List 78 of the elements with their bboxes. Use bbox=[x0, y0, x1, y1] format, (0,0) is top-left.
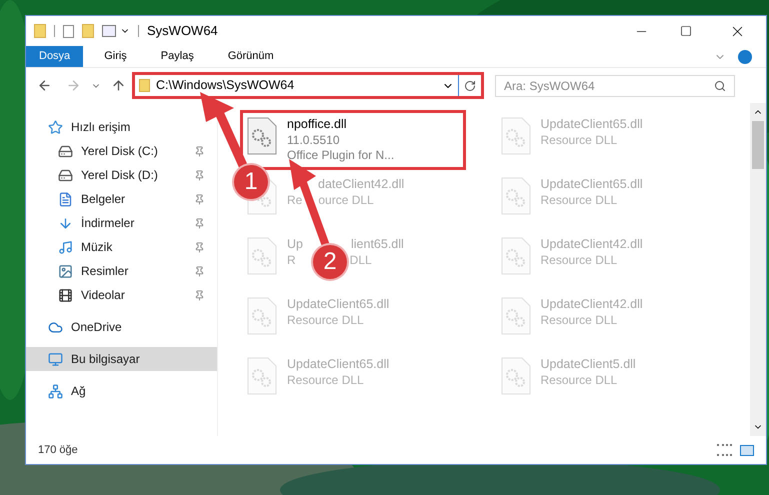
status-count: 170 öğe bbox=[38, 442, 79, 458]
file-name: UpdateClient65.dll bbox=[287, 296, 390, 314]
file-detail: Resource DLL bbox=[287, 312, 364, 328]
ribbon-tab[interactable]: Dosya bbox=[26, 46, 84, 67]
drive-icon bbox=[58, 144, 73, 158]
ribbon-tab[interactable]: Giriş bbox=[91, 46, 140, 67]
folder-icon bbox=[139, 79, 150, 92]
file-detail: Resource DLL bbox=[540, 312, 618, 328]
file-name: Up bbox=[287, 236, 303, 254]
file-detail: Resource DLL bbox=[540, 252, 618, 268]
file-detail: DLL bbox=[350, 252, 372, 268]
sidebar-item[interactable]: Belgeler bbox=[26, 187, 217, 211]
ribbon-tab[interactable]: Görünüm bbox=[214, 46, 287, 67]
ribbon-tab[interactable]: Paylaş bbox=[148, 46, 207, 67]
file-detail: 11.0.5510 bbox=[287, 132, 340, 148]
file-detail: Resource DLL bbox=[287, 372, 364, 388]
file-detail: Office Plugin for N... bbox=[287, 146, 394, 164]
sidebar-label: Belgeler bbox=[81, 191, 126, 208]
drive-icon bbox=[58, 168, 73, 182]
back-icon[interactable] bbox=[37, 78, 52, 93]
monitor-icon bbox=[48, 352, 63, 366]
file-detail: ource DLL bbox=[318, 192, 374, 208]
details-view-icon[interactable] bbox=[717, 444, 732, 456]
sidebar-item[interactable]: Bu bilgisayar bbox=[26, 347, 217, 371]
sidebar-label: İndirmeler bbox=[81, 215, 136, 232]
address-text: C:\Windows\SysWOW64 bbox=[156, 77, 296, 94]
sidebar-item[interactable]: Resimler bbox=[26, 259, 217, 283]
file-name: lient65.dll bbox=[350, 236, 404, 254]
star-icon bbox=[48, 120, 63, 134]
sidebar-item[interactable]: OneDrive bbox=[26, 315, 217, 339]
help-icon[interactable] bbox=[738, 50, 752, 64]
sidebar-label: Yerel Disk (D:) bbox=[81, 167, 159, 184]
music-note-icon bbox=[58, 240, 73, 254]
maximize-icon[interactable] bbox=[680, 25, 692, 37]
sidebar-label: Yerel Disk (C:) bbox=[81, 143, 159, 160]
sidebar-label: Videolar bbox=[81, 287, 126, 304]
folder-icon bbox=[82, 24, 94, 38]
file-name: UpdateClient42.dll bbox=[540, 236, 643, 254]
file-detail: Resource DLL bbox=[540, 192, 618, 208]
network-icon bbox=[48, 384, 63, 398]
file-name: UpdateClient65.dll bbox=[287, 356, 390, 374]
sidebar-label: Bu bilgisayar bbox=[71, 351, 141, 368]
document-icon bbox=[58, 192, 73, 206]
sidebar-label: Resimler bbox=[81, 263, 130, 280]
file-detail: Resource DLL bbox=[540, 372, 618, 388]
sidebar-item[interactable]: Videolar bbox=[26, 283, 217, 307]
folder-icon bbox=[34, 24, 46, 38]
file-detail: Resource DLL bbox=[540, 132, 618, 148]
address-bar[interactable]: C:\Windows\SysWOW64 bbox=[132, 72, 484, 99]
sidebar-item[interactable]: Müzik bbox=[26, 235, 217, 259]
sidebar-label: Hızlı erişim bbox=[71, 119, 132, 136]
scroll-thumb[interactable] bbox=[752, 121, 764, 169]
down-arrow-icon bbox=[58, 216, 73, 230]
image-icon bbox=[58, 264, 73, 278]
sidebar-item[interactable]: Yerel Disk (D:) bbox=[26, 163, 217, 187]
file-detail: R bbox=[287, 252, 296, 268]
sidebar-item[interactable]: Hızlı erişim bbox=[26, 115, 217, 139]
search-icon bbox=[714, 80, 726, 92]
file-name: npoffice.dll bbox=[287, 116, 347, 134]
sidebar-label: Ağ bbox=[71, 383, 87, 400]
film-icon bbox=[58, 288, 73, 302]
window-title: SysWOW64 bbox=[147, 22, 218, 40]
sidebar-item[interactable]: Ağ bbox=[26, 379, 217, 403]
sidebar-item[interactable]: Yerel Disk (C:) bbox=[26, 139, 217, 163]
sidebar-label: Müzik bbox=[81, 239, 114, 256]
refresh-icon[interactable] bbox=[464, 80, 476, 92]
large-icons-view-icon[interactable] bbox=[740, 444, 754, 456]
file-name: UpdateClient42.dll bbox=[540, 296, 643, 314]
file-name: UpdateClient5.dll bbox=[540, 356, 636, 374]
file-name: dateClient42.dll bbox=[318, 176, 404, 194]
file-detail: Re bbox=[287, 192, 302, 208]
cloud-icon bbox=[48, 320, 63, 334]
up-icon[interactable] bbox=[111, 78, 126, 93]
file-name: UpdateClient65.dll bbox=[540, 116, 643, 134]
search-placeholder: Ara: SysWOW64 bbox=[504, 78, 596, 94]
sidebar-item[interactable]: İndirmeler bbox=[26, 211, 217, 235]
sidebar-label: OneDrive bbox=[71, 319, 123, 336]
file-name: UpdateClient65.dll bbox=[540, 176, 643, 194]
